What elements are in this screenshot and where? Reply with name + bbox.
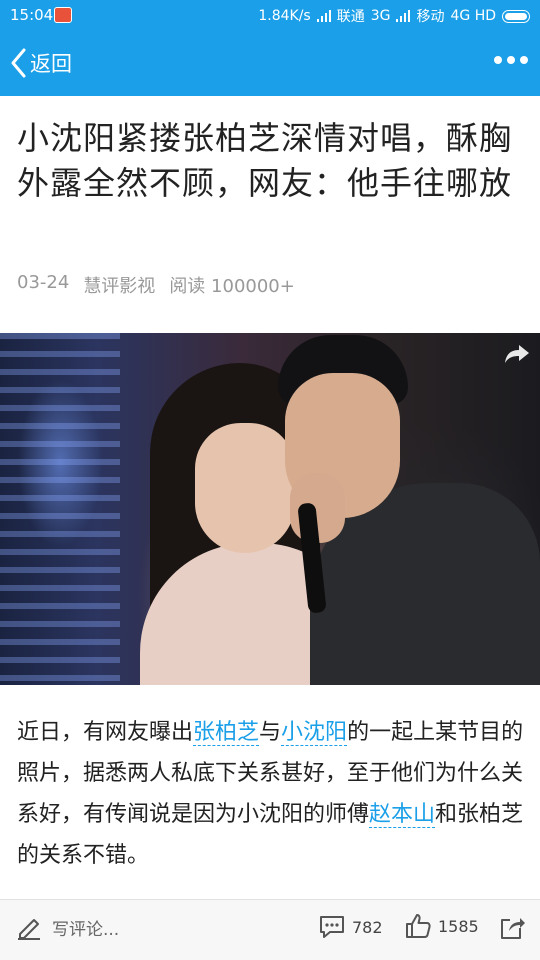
article-reads: 阅读 100000+ (169, 276, 295, 297)
comment-icon (320, 916, 344, 938)
bottom-bar: 写评论... 782 1585 (0, 899, 540, 960)
tag-link-xiao-shenyang[interactable]: 小沈阳 (281, 720, 348, 746)
article-meta: 03-24 慧评影视 阅读 100000+ (17, 272, 295, 298)
tag-link-zhao-benshan[interactable]: 赵本山 (369, 802, 436, 828)
status-time: 15:04 (10, 6, 54, 24)
more-dots-icon (494, 56, 502, 64)
carrier2-label: 移动 (416, 9, 445, 25)
tag-link-zhang-baizhi[interactable]: 张柏芝 (193, 720, 260, 746)
article-title: 小沈阳紧搂张柏芝深情对唱，酥胸外露全然不顾，网友：他手往哪放 (17, 119, 513, 202)
comments-button[interactable]: 782 (318, 914, 383, 940)
nav-bar: 返回 (0, 30, 540, 96)
image-share-button[interactable] (504, 343, 530, 369)
share-arrow-icon (505, 345, 529, 363)
thumbs-up-icon (406, 914, 431, 938)
comment-count: 782 (352, 917, 383, 937)
like-button[interactable]: 1585 (404, 912, 479, 940)
more-options-button[interactable] (494, 50, 528, 70)
write-comment-input[interactable]: 写评论... (16, 914, 119, 940)
share-button[interactable] (498, 914, 526, 946)
signal2-icon (396, 10, 411, 22)
carrier1-label: 联通 (336, 9, 365, 25)
status-right: 1.84K/s 联通 3G 移动 4G HD (258, 6, 530, 26)
article-body: 近日，有网友曝出张柏芝与小沈阳的一起上某节目的照片，据悉两人私底下关系甚好，至于… (17, 720, 524, 868)
chevron-left-icon (11, 48, 26, 78)
write-comment-placeholder: 写评论... (52, 919, 120, 940)
article-date: 03-24 (17, 272, 70, 293)
net2-label: 4G HD (450, 8, 496, 24)
like-count: 1585 (438, 916, 479, 936)
article-photo[interactable] (0, 333, 540, 685)
signal-icon (316, 10, 331, 22)
status-bar: 15:04 1.84K/s 联通 3G 移动 4G HD (0, 0, 540, 30)
net-speed: 1.84K/s (258, 8, 311, 24)
battery-icon (502, 9, 530, 23)
back-button[interactable]: 返回 (10, 44, 72, 82)
back-label: 返回 (30, 52, 72, 76)
net1-label: 3G (370, 8, 391, 24)
notification-icon (54, 7, 72, 23)
share-icon (501, 918, 525, 939)
pencil-icon (18, 919, 40, 940)
article-source[interactable]: 慧评影视 (83, 272, 155, 298)
